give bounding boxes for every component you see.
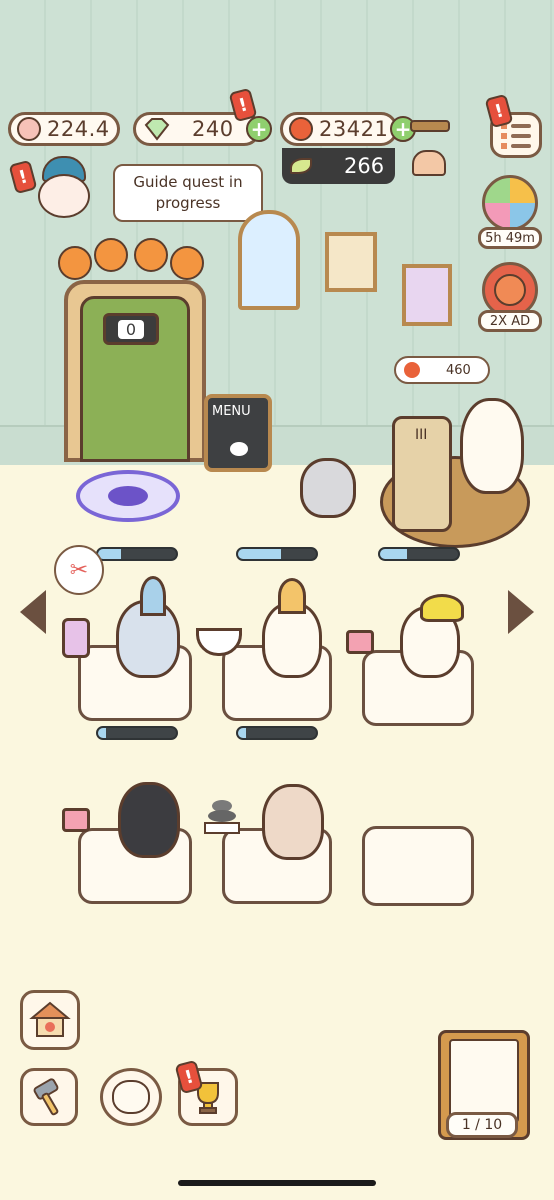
hammer-icon [33, 1078, 59, 1116]
scissors-icon: ✂ [69, 557, 89, 583]
leaf-currency-panel: 266 [282, 148, 395, 184]
paw-icon [230, 442, 248, 456]
cake-slice-2 [62, 808, 90, 832]
station-2-progress-fill [238, 549, 281, 559]
page-indicator-text: 1 / 10 [461, 1117, 503, 1133]
apple-icon [404, 362, 420, 378]
hammer-button[interactable] [20, 1068, 78, 1126]
stone-stack [204, 800, 240, 836]
quest-text: Guide quest in progress [133, 173, 243, 212]
tool-request-bubble[interactable]: ✂ [54, 545, 104, 595]
potion-jar [62, 618, 90, 658]
coffee-machine[interactable]: III [392, 416, 452, 532]
cup-label: III [415, 427, 428, 443]
next-arrow-button[interactable] [508, 590, 534, 634]
apple-currency-pill: 23421 [280, 112, 398, 146]
menu-board[interactable]: MENU [204, 394, 272, 498]
house-icon [29, 1001, 71, 1037]
station-3-progress [378, 547, 460, 561]
bed-2-hat [278, 578, 306, 614]
paw-currency-value: 224.4 [47, 117, 110, 141]
paw-icon [17, 117, 41, 141]
order-value: 460 [446, 362, 471, 378]
cat-collection-button[interactable] [100, 1068, 162, 1126]
flower-garland [46, 234, 218, 280]
bed-2-progress-fill [238, 728, 246, 738]
bed-3-banana-hat [420, 594, 464, 622]
paw-currency-pill: 224.4 [8, 112, 120, 146]
door-counter-value: 0 [117, 319, 145, 339]
empty-cat-bed[interactable] [362, 826, 474, 906]
page-indicator: 1 / 10 [446, 1112, 518, 1138]
bed-1-progress [96, 726, 178, 740]
wheel-icon [482, 175, 538, 231]
gem-icon [144, 118, 170, 141]
leaf-icon [290, 158, 312, 174]
bed-1-hat [140, 576, 166, 616]
station-2-progress [236, 547, 318, 561]
ad-label: 2X AD [478, 310, 542, 332]
summon-mat[interactable] [76, 470, 180, 522]
ceiling-lamp [400, 120, 450, 190]
picture-frame-portrait [402, 264, 452, 326]
cat-house-button[interactable] [20, 990, 80, 1050]
wheel-timer-label: 5h 49m [478, 227, 542, 249]
apple-currency-value: 23421 [319, 117, 389, 141]
gem-currency-value: 240 [192, 117, 234, 141]
station-3-progress-fill [380, 549, 408, 559]
menu-board-label: MENU [212, 404, 251, 419]
cake-slice [346, 630, 374, 654]
apple-icon [289, 117, 313, 141]
quest-bubble[interactable]: Guide quest in progress [113, 164, 263, 222]
bed-1-progress-fill [98, 728, 106, 738]
order-bubble[interactable]: 460 [394, 356, 490, 384]
bed-5-cat[interactable] [262, 784, 324, 860]
add-gems-button[interactable]: + [246, 116, 272, 142]
chef-cat[interactable] [460, 398, 524, 494]
bed-4-cat[interactable] [118, 782, 180, 858]
previous-arrow-button[interactable] [20, 590, 46, 634]
door-counter-sign: 0 [103, 313, 159, 345]
leaf-currency-value: 266 [344, 154, 385, 178]
bed-2-progress [236, 726, 318, 740]
double-ad-button[interactable]: 2X AD [478, 262, 542, 334]
picture-frame-shoes [325, 232, 377, 292]
guide-avatar[interactable] [32, 150, 94, 230]
entrance-door[interactable] [64, 280, 206, 462]
spin-wheel-button[interactable]: 5h 49m [478, 175, 542, 251]
waiter-cat[interactable] [300, 458, 356, 518]
cat-face-icon [112, 1080, 150, 1114]
window [238, 210, 300, 310]
home-indicator [178, 1180, 376, 1186]
station-1-progress [96, 547, 178, 561]
station-1-progress-fill [98, 549, 122, 559]
